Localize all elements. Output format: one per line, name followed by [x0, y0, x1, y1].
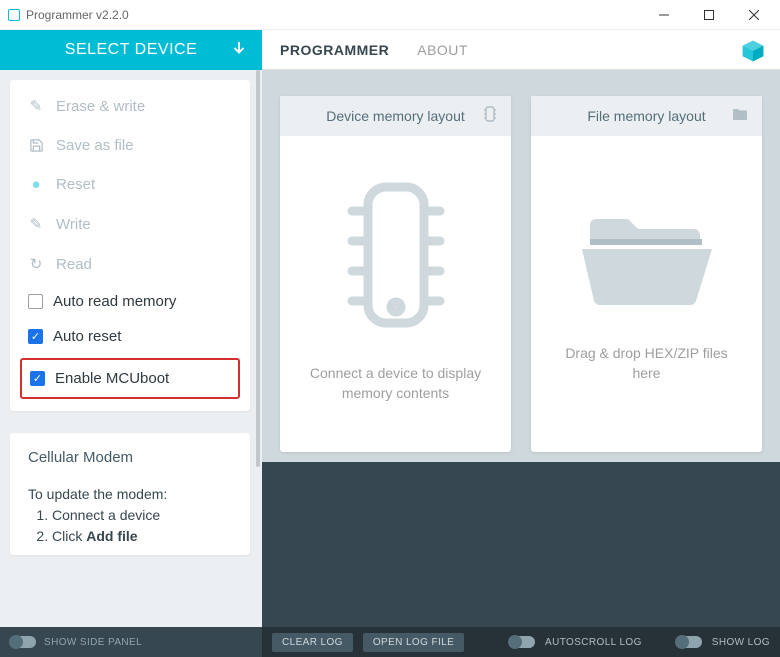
refresh-icon: ↻: [28, 255, 44, 273]
action-label: Write: [56, 216, 91, 233]
checkbox-icon: [28, 294, 43, 309]
clear-log-button[interactable]: CLEAR LOG: [272, 633, 353, 652]
auto-reset-checkbox[interactable]: ✓ Auto reset: [10, 319, 250, 354]
main-area: PROGRAMMER ABOUT Device memory layout: [262, 30, 780, 657]
device-card-body: Connect a device to display memory conte…: [280, 136, 511, 452]
arrow-down-icon: [230, 39, 248, 62]
window-controls: [641, 1, 776, 29]
checkbox-label: Enable MCUboot: [55, 370, 169, 387]
file-card-header: File memory layout: [531, 96, 762, 136]
action-label: Read: [56, 256, 92, 273]
folder-small-icon: [732, 107, 748, 126]
cellular-modem-panel: Cellular Modem To update the modem: Conn…: [10, 433, 250, 555]
pencil-icon: ✎: [28, 97, 44, 115]
modem-title: Cellular Modem: [28, 447, 232, 470]
action-label: Erase & write: [56, 98, 145, 115]
sidebar: SELECT DEVICE ✎ Erase & write Save as fi…: [0, 30, 262, 657]
select-device-label: SELECT DEVICE: [65, 41, 197, 59]
chip-icon: [346, 175, 446, 338]
show-log-label: SHOW LOG: [712, 637, 770, 648]
show-side-panel-label: SHOW SIDE PANEL: [44, 637, 142, 648]
actions-panel: ✎ Erase & write Save as file ● Reset ✎ W…: [10, 80, 250, 411]
floppy-icon: [28, 138, 44, 153]
modem-step2-bold: Add file: [86, 528, 137, 544]
modem-step-1: Connect a device: [52, 505, 232, 526]
app-icon: [8, 9, 20, 21]
folder-open-icon: [572, 195, 722, 318]
maximize-button[interactable]: [686, 1, 731, 29]
file-card-msg: Drag & drop HEX/ZIP files here: [551, 344, 742, 383]
read-button[interactable]: ↻ Read: [10, 244, 250, 284]
tab-about[interactable]: ABOUT: [417, 42, 468, 58]
device-memory-card: Device memory layout Connect a device to…: [280, 96, 511, 452]
tab-programmer[interactable]: PROGRAMMER: [280, 42, 389, 58]
modem-step-2: Click Add file: [52, 526, 232, 547]
autoscroll-label: AUTOSCROLL LOG: [545, 637, 642, 648]
nordic-logo-icon: [740, 38, 766, 67]
close-button[interactable]: [731, 1, 776, 29]
action-label: Reset: [56, 176, 95, 193]
minimize-button[interactable]: [641, 1, 686, 29]
main-bottom-bar: CLEAR LOG OPEN LOG FILE AUTOSCROLL LOG S…: [262, 627, 780, 657]
select-device-button[interactable]: SELECT DEVICE: [0, 30, 262, 70]
checkbox-label: Auto read memory: [53, 293, 176, 310]
log-area: [262, 462, 780, 627]
sidebar-bottom-bar: SHOW SIDE PANEL: [0, 627, 262, 657]
write-button[interactable]: ✎ Write: [10, 204, 250, 244]
modem-step2-prefix: Click: [52, 528, 86, 544]
reset-button[interactable]: ● Reset: [10, 165, 250, 204]
modem-intro: To update the modem:: [28, 484, 232, 505]
save-as-file-button[interactable]: Save as file: [10, 126, 250, 165]
content-area: Device memory layout Connect a device to…: [262, 70, 780, 462]
device-card-msg: Connect a device to display memory conte…: [300, 364, 491, 403]
show-log-toggle[interactable]: [676, 636, 702, 648]
erase-write-button[interactable]: ✎ Erase & write: [10, 86, 250, 126]
checkbox-label: Auto reset: [53, 328, 121, 345]
window-titlebar: Programmer v2.2.0: [0, 0, 780, 30]
enable-mcuboot-checkbox[interactable]: ✓ Enable MCUboot: [28, 364, 232, 393]
titlebar-left: Programmer v2.2.0: [8, 8, 129, 22]
chip-small-icon: [483, 105, 497, 128]
top-nav: PROGRAMMER ABOUT: [262, 30, 780, 70]
show-side-panel-toggle[interactable]: [10, 636, 36, 648]
device-card-header: Device memory layout: [280, 96, 511, 136]
enable-mcuboot-highlight: ✓ Enable MCUboot: [20, 358, 240, 399]
pencil-icon: ✎: [28, 215, 44, 233]
file-card-body: Drag & drop HEX/ZIP files here: [531, 136, 762, 452]
dot-icon: ●: [28, 176, 44, 193]
sidebar-scroll: ✎ Erase & write Save as file ● Reset ✎ W…: [0, 70, 262, 627]
checkbox-icon: ✓: [30, 371, 45, 386]
checkbox-icon: ✓: [28, 329, 43, 344]
file-memory-card[interactable]: File memory layout Drag & drop HEX/ZIP f…: [531, 96, 762, 452]
window-title: Programmer v2.2.0: [26, 8, 129, 22]
autoscroll-toggle[interactable]: [509, 636, 535, 648]
file-card-title: File memory layout: [587, 108, 705, 124]
open-log-file-button[interactable]: OPEN LOG FILE: [363, 633, 464, 652]
auto-read-checkbox[interactable]: Auto read memory: [10, 284, 250, 319]
action-label: Save as file: [56, 137, 134, 154]
device-card-title: Device memory layout: [326, 108, 465, 124]
